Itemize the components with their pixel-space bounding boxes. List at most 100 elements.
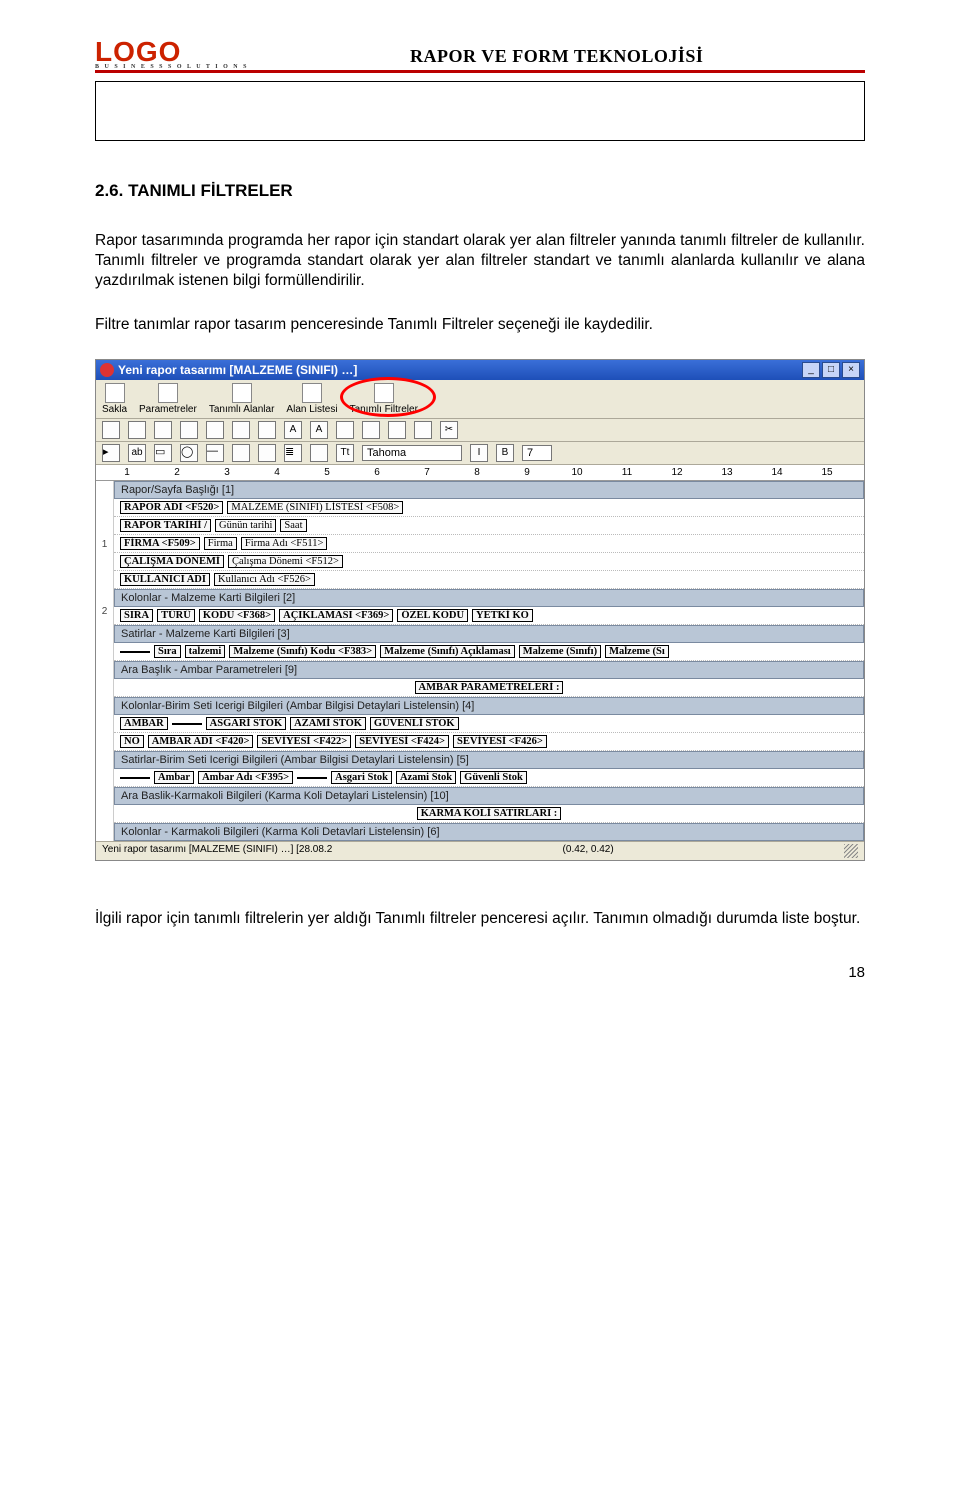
- column-header[interactable]: Asgari Stok: [331, 771, 392, 784]
- toolbar-save-button[interactable]: Sakla: [102, 383, 127, 415]
- column-header[interactable]: [172, 723, 202, 725]
- column-header[interactable]: NO: [120, 735, 144, 748]
- band-header[interactable]: Satirlar-Birim Seti Icerigi Bilgileri (A…: [114, 751, 864, 769]
- band-header[interactable]: Ara Baslik-Karmakoli Bilgileri (Karma Ko…: [114, 787, 864, 805]
- column-header[interactable]: SEVİYESİ <F424>: [355, 735, 449, 748]
- column-header[interactable]: Sıra: [154, 645, 181, 658]
- field-cell[interactable]: Saat: [280, 519, 306, 532]
- field-cell[interactable]: KULLANICI ADI: [120, 573, 210, 586]
- font-indicator-icon[interactable]: Tt: [336, 444, 354, 462]
- column-header[interactable]: YETKİ KO: [472, 609, 533, 622]
- column-header[interactable]: AMBAR: [120, 717, 168, 730]
- column-header[interactable]: [297, 777, 327, 779]
- line-tool-icon[interactable]: —: [206, 444, 224, 462]
- field-cell[interactable]: Kullanıcı Adı <F526>: [214, 573, 315, 586]
- column-header[interactable]: talzemi: [185, 645, 226, 658]
- pointer-icon[interactable]: ▸: [102, 444, 120, 462]
- column-header-row[interactable]: Ambar Ambar Adı <F395> Asgari Stok Azami St…: [114, 769, 864, 787]
- band-header[interactable]: Rapor/Sayfa Başlığı [1]: [114, 481, 864, 499]
- fill-icon[interactable]: [336, 421, 354, 439]
- font-size-input[interactable]: 7: [522, 445, 552, 461]
- column-header[interactable]: [120, 651, 150, 653]
- font-a2-icon[interactable]: A: [310, 421, 328, 439]
- field-cell[interactable]: Firma Adı <F511>: [241, 537, 328, 550]
- toolbar-fields-button[interactable]: Tanımlı Alanlar: [209, 383, 275, 415]
- layout2-icon[interactable]: [128, 421, 146, 439]
- layout-icon[interactable]: [102, 421, 120, 439]
- column-header[interactable]: ASGARİ STOK: [206, 717, 286, 730]
- column-header[interactable]: Malzeme (Sınıfı) Kodu <F383>: [229, 645, 376, 658]
- rect-tool-icon[interactable]: ▭: [154, 444, 172, 462]
- align-left-icon[interactable]: [180, 421, 198, 439]
- border-icon[interactable]: [362, 421, 380, 439]
- toolbar-filter-button[interactable]: Tanımlı Filtreler: [350, 383, 418, 415]
- column-header[interactable]: Malzeme (Sınıfı) Açıklaması: [380, 645, 515, 658]
- field-cell[interactable]: Günün tarihi: [215, 519, 276, 532]
- clip-icon[interactable]: ✂: [440, 421, 458, 439]
- align-right-icon[interactable]: [232, 421, 250, 439]
- resize-grip[interactable]: [844, 844, 858, 858]
- list-icon[interactable]: ≣: [284, 444, 302, 462]
- column-header[interactable]: SEVİYESİ <F426>: [453, 735, 547, 748]
- column-header[interactable]: TÜRÜ: [157, 609, 195, 622]
- minimize-button[interactable]: _: [802, 362, 820, 378]
- window-titlebar[interactable]: Yeni rapor tasarımı [MALZEME (SINIFI) …]…: [96, 360, 864, 380]
- column-header[interactable]: [120, 777, 150, 779]
- column-header[interactable]: Ambar: [154, 771, 194, 784]
- column-header[interactable]: ÖZEL KODU: [397, 609, 468, 622]
- close-button[interactable]: ×: [842, 362, 860, 378]
- italic-button[interactable]: I: [470, 444, 488, 462]
- column-header[interactable]: Malzeme (Sınıfı): [519, 645, 601, 658]
- column-header[interactable]: AMBAR ADI <F420>: [148, 735, 254, 748]
- column-header[interactable]: SEVİYESİ <F422>: [257, 735, 351, 748]
- text-tool-icon[interactable]: ab: [128, 444, 146, 462]
- field-cell[interactable]: ÇALIŞMA DÖNEMİ: [120, 555, 224, 568]
- column-header-row[interactable]: NO AMBAR ADI <F420>SEVİYESİ <F422> SEVİYES…: [114, 733, 864, 751]
- band-header[interactable]: Kolonlar - Karmakoli Bilgileri (Karma Ko…: [114, 823, 864, 841]
- align-center-icon[interactable]: [206, 421, 224, 439]
- column-header[interactable]: SIRA: [120, 609, 153, 622]
- field-cell[interactable]: RAPOR ADI <F520>: [120, 501, 223, 514]
- field-cell[interactable]: FİRMA <F509>: [120, 537, 200, 550]
- gradient-icon[interactable]: [258, 444, 276, 462]
- design-row[interactable]: KULLANICI ADI Kullanıcı Adı <F526>: [114, 571, 864, 589]
- band-header[interactable]: Kolonlar - Malzeme Karti Bilgileri [2]: [114, 589, 864, 607]
- column-header[interactable]: GÜVENLİ STOK: [370, 717, 459, 730]
- design-row[interactable]: ÇALIŞMA DÖNEMİ Çalışma Dönemi <F512>: [114, 553, 864, 571]
- font-a-icon[interactable]: A: [284, 421, 302, 439]
- column-header[interactable]: AZAMİ STOK: [290, 717, 366, 730]
- field-cell[interactable]: RAPOR TARİHİ /: [120, 519, 211, 532]
- copy-icon[interactable]: [414, 421, 432, 439]
- column-header[interactable]: Ambar Adı <F395>: [198, 771, 293, 784]
- maximize-button[interactable]: □: [822, 362, 840, 378]
- image-tool-icon[interactable]: [232, 444, 250, 462]
- cut-icon[interactable]: [388, 421, 406, 439]
- ruler-tick: 13: [702, 467, 752, 478]
- field-cell[interactable]: Firma: [204, 537, 237, 550]
- band-header[interactable]: Kolonlar-Birim Seti Icerigi Bilgileri (A…: [114, 697, 864, 715]
- bold-button[interactable]: B: [496, 444, 514, 462]
- field-cell[interactable]: Çalışma Dönemi <F512>: [228, 555, 343, 568]
- column-header[interactable]: Malzeme (Sı: [605, 645, 669, 658]
- ellipse-tool-icon[interactable]: ◯: [180, 444, 198, 462]
- font-name-input[interactable]: Tahoma: [362, 445, 462, 461]
- align-justify-icon[interactable]: [258, 421, 276, 439]
- toolbar-check-button[interactable]: Parametreler: [139, 383, 197, 415]
- design-row[interactable]: RAPOR TARİHİ / Günün tarihi Saat: [114, 517, 864, 535]
- design-row[interactable]: FİRMA <F509> Firma Firma Adı <F511>: [114, 535, 864, 553]
- toolbar-label: Tanımlı Filtreler: [350, 404, 418, 415]
- column-header[interactable]: Azami Stok: [396, 771, 456, 784]
- column-header[interactable]: KODU <F368>: [199, 609, 275, 622]
- design-surface[interactable]: Rapor/Sayfa Başlığı [1] RAPOR ADI <F520> M…: [114, 481, 864, 841]
- band-header[interactable]: Satirlar - Malzeme Karti Bilgileri [3]: [114, 625, 864, 643]
- field-cell[interactable]: MALZEME (SINIFI) LİSTESİ <F508>: [227, 501, 403, 514]
- column-header-row[interactable]: Sıra talzemiMalzeme (Sınıfı) Kodu <F383> M…: [114, 643, 864, 661]
- design-row[interactable]: RAPOR ADI <F520> MALZEME (SINIFI) LİSTESİ…: [114, 499, 864, 517]
- column-header[interactable]: Güvenli Stok: [460, 771, 527, 784]
- column-header-row[interactable]: AMBAR ASGARİ STOK AZAMİ STOK GÜVENLİ STOK: [114, 715, 864, 733]
- table-icon[interactable]: [154, 421, 172, 439]
- column-header-row[interactable]: SIRA TÜRÜ KODU <F368> AÇIKLAMASI <F369> ÖZEL…: [114, 607, 864, 625]
- toolbar-list-button[interactable]: Alan Listesi: [286, 383, 337, 415]
- band-header[interactable]: Ara Başlık - Ambar Parametreleri [9]: [114, 661, 864, 679]
- column-header[interactable]: AÇIKLAMASI <F369>: [279, 609, 393, 622]
